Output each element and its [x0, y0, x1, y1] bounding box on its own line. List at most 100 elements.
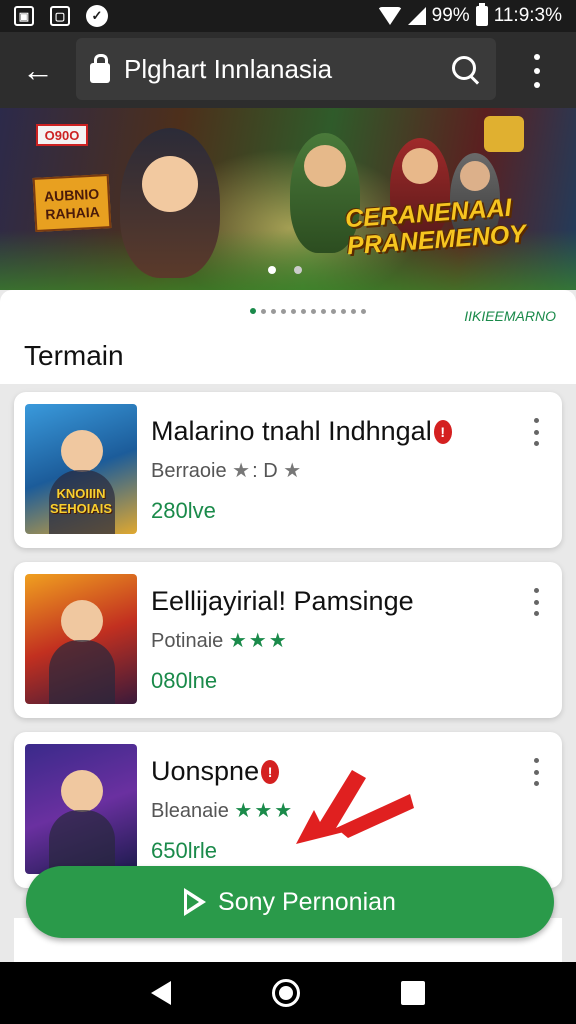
- thumbnail-body: [49, 810, 115, 874]
- section-header: IIKIEEMARNO Termain: [0, 290, 576, 384]
- menu-dot: [533, 769, 539, 775]
- page-dot: [291, 308, 296, 314]
- app-developer: Berraoie: [151, 460, 227, 482]
- wifi-icon: [377, 7, 402, 25]
- more-dot: [534, 54, 540, 60]
- arrow-left-icon: ←: [22, 51, 54, 88]
- card-menu-button[interactable]: [528, 758, 544, 786]
- back-button[interactable]: ←: [0, 32, 76, 108]
- status-bar: ▣ ▢ ✓ 99% 11:9:3%: [0, 0, 576, 32]
- menu-dot: [533, 418, 539, 423]
- page-dot: [351, 308, 356, 314]
- app-notification-icon: ▢: [50, 6, 70, 26]
- banner-sign: AUBNIO RAHAIA: [32, 174, 112, 232]
- url-text: Plghart Innlanasia: [124, 53, 333, 84]
- app-developer: Bleanaie: [151, 800, 229, 822]
- page-dot: [341, 308, 346, 314]
- carousel-indicator: [268, 266, 302, 274]
- nav-recents-icon[interactable]: [401, 981, 426, 1005]
- see-more-link[interactable]: IIKIEEMARNO: [464, 308, 556, 324]
- install-button-label: Sony Pernonian: [218, 887, 396, 916]
- page-dot: [261, 308, 266, 314]
- nav-back-icon[interactable]: [150, 981, 171, 1005]
- thumbnail-character: [61, 770, 103, 812]
- app-title-text: Malarino tnahl Indhngal: [151, 416, 432, 446]
- notification-icons: ▣ ▢ ✓: [14, 5, 108, 27]
- app-meta: Berraoie ★: D ★: [151, 458, 303, 483]
- carousel-dot: [268, 266, 276, 274]
- banner-emblem-icon: [484, 116, 524, 152]
- app-rating-value: D: [263, 460, 278, 482]
- thumbnail-character: [61, 600, 103, 642]
- screenshot-icon: ▣: [14, 6, 34, 26]
- more-dot: [534, 68, 540, 74]
- page-dot: [361, 308, 366, 314]
- battery-percent: 99%: [431, 5, 470, 26]
- system-nav-bar: [0, 962, 576, 1024]
- app-price: 080lne: [151, 668, 218, 693]
- app-thumbnail: [25, 574, 137, 704]
- play-store-icon: [184, 888, 207, 916]
- alert-badge-icon: !: [433, 420, 452, 444]
- lock-icon: [90, 54, 110, 83]
- star-rating-icon: ★★★: [234, 800, 295, 822]
- section-title: Termain: [24, 340, 124, 371]
- app-title-text: Uonspne: [151, 756, 260, 786]
- page-indicator: [250, 308, 366, 314]
- star-rating-icon: ★★★: [228, 630, 289, 652]
- menu-dot: [533, 599, 539, 605]
- app-price: 650lrle: [151, 838, 218, 863]
- page-dot: [250, 308, 256, 314]
- search-button[interactable]: [448, 52, 484, 88]
- app-price: 280lve: [151, 498, 216, 523]
- menu-dot: [533, 441, 539, 446]
- menu-dot: [533, 781, 539, 786]
- card-menu-button[interactable]: [528, 418, 544, 446]
- alert-badge-icon: !: [261, 760, 280, 784]
- shield-icon: ✓: [86, 5, 108, 27]
- app-rating: :: [252, 460, 258, 482]
- thumbnail-character: [61, 430, 103, 472]
- install-button[interactable]: Sony Pernonian: [26, 866, 554, 938]
- app-title: Uonspne!: [151, 756, 280, 787]
- page-dot: [321, 308, 326, 314]
- card-menu-button[interactable]: [528, 588, 544, 616]
- app-card[interactable]: Uonspne! Bleanaie ★★★ 650lrle: [14, 732, 562, 888]
- app-title: Eellijayirial! Pamsinge: [151, 586, 414, 616]
- carousel-dot: [294, 266, 302, 274]
- page-dot: [271, 308, 276, 314]
- app-meta: Potinaie ★★★: [151, 628, 289, 653]
- thumbnail-body: [49, 640, 115, 704]
- app-card[interactable]: Eellijayirial! Pamsinge Potinaie ★★★ 080…: [14, 562, 562, 718]
- menu-dot: [533, 758, 539, 763]
- app-thumbnail: [25, 744, 137, 874]
- clock: 11:9:3%: [493, 5, 562, 26]
- nav-home-icon[interactable]: [271, 979, 300, 1007]
- thumbnail-label: KNOIIIN SEHOIAIS: [49, 486, 113, 516]
- app-title: Malarino tnahl Indhngal!: [151, 416, 452, 447]
- app-developer: Potinaie: [151, 630, 224, 652]
- system-icons: 99% 11:9:3%: [377, 3, 562, 27]
- menu-dot: [533, 611, 539, 616]
- app-thumbnail: KNOIIIN SEHOIAIS: [25, 404, 137, 534]
- star-icon: ★: [283, 460, 304, 482]
- app-meta: Bleanaie ★★★: [151, 798, 294, 823]
- more-options-button[interactable]: [522, 54, 552, 88]
- signal-icon: [407, 7, 426, 25]
- battery-icon: [475, 3, 488, 26]
- star-icon: ★: [232, 460, 253, 482]
- menu-dot: [533, 429, 539, 435]
- pointer-arrow-icon: [296, 770, 414, 844]
- page-dot: [331, 308, 336, 314]
- app-card[interactable]: KNOIIIN SEHOIAIS Malarino tnahl Indhngal…: [14, 392, 562, 548]
- page-dot: [311, 308, 316, 314]
- banner-tag: O90O: [36, 124, 88, 146]
- app-bar: ← Plghart Innlanasia: [0, 32, 576, 108]
- page-dot: [301, 308, 306, 314]
- more-dot: [534, 82, 540, 88]
- menu-dot: [533, 588, 539, 593]
- promo-banner[interactable]: O90O AUBNIO RAHAIA CERANENAAI PRANEMENOY: [0, 108, 576, 290]
- page-dot: [281, 308, 286, 314]
- hero-character-main: [120, 128, 220, 278]
- address-bar[interactable]: Plghart Innlanasia: [76, 38, 496, 100]
